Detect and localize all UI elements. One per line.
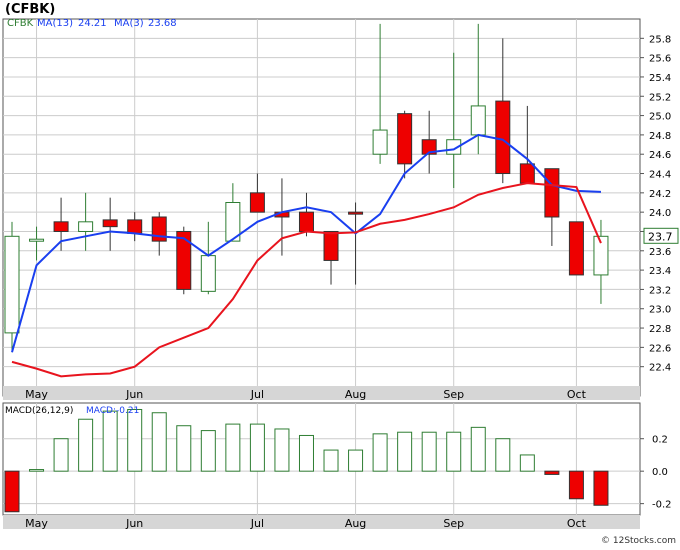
- macd-x-label: Oct: [567, 517, 587, 530]
- macd-x-label: Jul: [250, 517, 264, 530]
- macd-bar: [151, 412, 167, 472]
- macd-x-label: Sep: [443, 517, 464, 530]
- candle-body: [78, 221, 94, 232]
- legend-ma3-label: MA(3): [114, 18, 144, 29]
- macd-bar: [225, 423, 241, 472]
- price-x-label: Oct: [567, 388, 587, 401]
- macd-y-tick-label: -0.2: [652, 500, 672, 511]
- candle-body: [348, 211, 364, 215]
- legend-ma13-value: 24.21: [78, 18, 107, 29]
- macd-bar: [544, 470, 560, 475]
- price-y-tick-label: 22.4: [649, 363, 671, 374]
- stock-chart: 22.422.622.823.023.223.423.623.824.024.2…: [0, 0, 680, 546]
- price-x-label: Aug: [345, 388, 366, 401]
- price-y-tick-label: 24.2: [649, 189, 671, 200]
- legend-ma13-label: MA(13): [37, 18, 73, 29]
- macd-bar: [593, 470, 609, 506]
- macd-bar: [397, 431, 413, 472]
- macd-y-axis: 0.2 0.0 -0.2: [640, 435, 672, 511]
- macd-panel: [2, 402, 641, 516]
- macd-bar: [568, 470, 584, 500]
- ticker-title: (CFBK): [5, 2, 55, 17]
- macd-bar: [470, 426, 486, 472]
- candle-body: [200, 255, 216, 292]
- macd-y-tick-label: 0.2: [652, 435, 668, 446]
- candle-body: [298, 211, 314, 232]
- candle-body: [249, 192, 265, 213]
- candle-body: [323, 230, 339, 261]
- candle-body: [397, 113, 413, 165]
- price-y-tick-label: 24.0: [649, 208, 671, 219]
- legend-ma3-value: 23.68: [148, 18, 177, 29]
- candle-body: [568, 221, 584, 276]
- price-y-tick-label: 25.8: [649, 34, 671, 45]
- macd-bar: [127, 408, 143, 472]
- price-y-tick-label: 24.8: [649, 131, 671, 142]
- price-y-tick-label: 25.0: [649, 112, 671, 123]
- macd-bar: [78, 418, 94, 472]
- candle: [176, 226, 192, 295]
- macd-x-axis-strip: [3, 515, 640, 529]
- price-x-label: Jul: [250, 388, 264, 401]
- macd-bar: [519, 454, 535, 472]
- candle-body: [127, 219, 143, 234]
- price-y-axis: 22.422.622.823.023.223.423.623.824.024.2…: [640, 34, 671, 374]
- price-x-axis-strip: [3, 386, 640, 400]
- macd-bar: [53, 438, 69, 472]
- candle-body: [176, 230, 192, 290]
- candle-body: [372, 129, 388, 155]
- macd-title: MACD(26,12,9): [5, 406, 73, 416]
- last-price-label: 23.7: [648, 230, 673, 243]
- macd-value-label: MACD:-0.21: [86, 406, 139, 416]
- price-y-tick-label: 25.4: [649, 73, 671, 84]
- price-y-tick-label: 25.2: [649, 92, 671, 103]
- macd-bar: [200, 430, 216, 472]
- candle-body: [544, 168, 560, 218]
- price-y-tick-label: 25.6: [649, 54, 671, 65]
- macd-bar: [348, 449, 364, 472]
- candle-body: [102, 219, 118, 228]
- candle-body: [519, 163, 535, 184]
- price-x-label: Sep: [443, 388, 464, 401]
- macd-bar: [495, 438, 511, 472]
- candle-body: [495, 100, 511, 175]
- macd-bar: [102, 410, 118, 472]
- price-y-tick-label: 23.2: [649, 285, 671, 296]
- candle-body: [29, 238, 45, 242]
- watermark: © 12Stocks.com: [601, 536, 676, 546]
- macd-bar: [274, 428, 290, 472]
- price-y-tick-label: 23.6: [649, 247, 671, 258]
- price-y-tick-label: 23.4: [649, 266, 671, 277]
- legend-symbol: CFBK: [7, 18, 34, 29]
- macd-bar: [298, 434, 314, 472]
- price-y-tick-label: 23.0: [649, 305, 671, 316]
- macd-bar: [176, 425, 192, 472]
- macd-bar: [446, 431, 462, 472]
- macd-bar: [421, 431, 437, 472]
- price-y-tick-label: 24.6: [649, 150, 671, 161]
- candle: [568, 221, 584, 276]
- macd-x-label: Jun: [125, 517, 143, 530]
- candle-body: [4, 235, 20, 334]
- macd-bar: [4, 470, 20, 513]
- chart-svg: 22.422.622.823.023.223.423.623.824.024.2…: [2, 2, 679, 546]
- macd-x-label: May: [25, 517, 48, 530]
- price-y-tick-label: 22.6: [649, 343, 671, 354]
- macd-bar: [323, 449, 339, 472]
- macd-y-tick-label: 0.0: [652, 467, 668, 478]
- candle-body: [53, 221, 69, 232]
- macd-x-label: Aug: [345, 517, 366, 530]
- price-y-tick-label: 22.8: [649, 324, 671, 335]
- price-x-label: May: [25, 388, 48, 401]
- candle-body: [470, 105, 486, 136]
- macd-bar: [372, 433, 388, 472]
- price-x-label: Jun: [125, 388, 143, 401]
- macd-bar: [249, 423, 265, 472]
- price-y-tick-label: 24.4: [649, 170, 671, 181]
- macd-bar: [29, 469, 45, 472]
